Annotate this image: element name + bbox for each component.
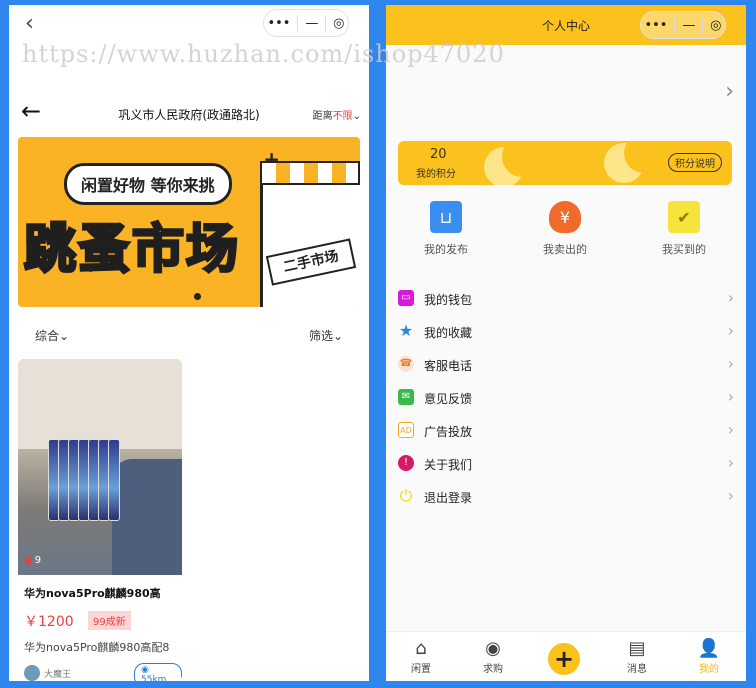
menu-label: 广告投放 (424, 425, 473, 439)
filter-dropdown[interactable]: 筛选⌄ (309, 327, 343, 344)
product-name: 华为nova5Pro麒麟980高 (24, 587, 161, 600)
stall-illustration (260, 167, 360, 307)
publish-fab-button[interactable]: + (546, 641, 582, 677)
back-chevron-icon[interactable]: ‹ (25, 11, 34, 36)
my-published-button[interactable]: ⊔ 我的发布 (401, 201, 491, 257)
tab-idle[interactable]: ⌂ 闲置 (396, 638, 446, 675)
my-bought-button[interactable]: ✔ 我买到的 (639, 201, 729, 257)
product-description: 华为nova5Pro麒麟980高配8 (24, 641, 170, 654)
close-target-icon[interactable]: ◎ (333, 16, 344, 31)
mail-icon: ✉ (398, 389, 414, 405)
dot-decoration (88, 267, 93, 272)
menu-item-favorites[interactable]: ★ 我的收藏 › (386, 316, 746, 349)
money-bag-icon: ¥ (549, 201, 581, 233)
tab-label: 消息 (627, 664, 647, 675)
more-icon[interactable]: ••• (644, 18, 667, 33)
product-card[interactable]: 9 华为nova5Pro麒麟980高 ￥1200 99成新 华为nova5Pro… (18, 359, 182, 681)
quick-label: 我买到的 (662, 243, 706, 256)
product-price: ￥1200 (24, 614, 74, 630)
chat-icon: ▤ (628, 638, 646, 659)
tab-messages[interactable]: ▤ 消息 (612, 638, 662, 675)
minimize-icon[interactable]: — (682, 18, 695, 33)
shopping-bag-icon: ⊔ (430, 201, 462, 233)
points-rule-button[interactable]: 积分说明 (668, 153, 722, 172)
points-value: 20 (430, 147, 447, 162)
minimize-icon[interactable]: — (305, 16, 318, 31)
home-icon: ⌂ (415, 638, 427, 659)
distance-filter[interactable]: 距离不限⌄ (313, 107, 361, 122)
profile-screen: 个人中心 ••• — ◎ › 20 我的积分 积分说明 ⊔ 我的发布 ¥ 我卖出… (386, 5, 746, 681)
chevron-right-icon: › (727, 288, 734, 307)
tab-wanted[interactable]: ◉ 求购 (468, 638, 518, 675)
sort-filter-row: 综合⌄ 筛选⌄ (9, 327, 369, 351)
profile-header: 个人中心 ••• — ◎ (386, 5, 746, 45)
checkbox-icon: ✔ (668, 201, 700, 233)
menu-item-service-phone[interactable]: ☎ 客服电话 › (386, 349, 746, 382)
settings-menu: ▭ 我的钱包 › ★ 我的收藏 › ☎ 客服电话 › ✉ 意见反馈 › AD 广… (386, 283, 746, 514)
like-count: 9 (24, 555, 41, 566)
location-bar: ← 巩义市人民政府(政通路北) 距离不限⌄ (9, 97, 369, 133)
tab-label: 我的 (699, 664, 719, 675)
avatar (24, 665, 40, 681)
user-icon: 👤 (697, 638, 721, 659)
menu-label: 我的收藏 (424, 326, 473, 340)
distance-badge: ◉ 55km (134, 663, 182, 681)
ad-icon: AD (398, 422, 414, 438)
tab-mine[interactable]: 👤 我的 (684, 638, 734, 675)
quick-label: 我的发布 (424, 243, 468, 256)
menu-label: 客服电话 (424, 359, 473, 373)
banner-tagline: 闲置好物 等你来挑 (64, 163, 232, 205)
points-label: 我的积分 (416, 169, 456, 180)
menu-label: 退出登录 (424, 491, 473, 505)
close-target-icon[interactable]: ◎ (710, 18, 721, 33)
awning-illustration (260, 161, 360, 185)
chevron-right-icon: › (727, 453, 734, 472)
market-screen: ‹ ••• — ◎ ← 巩义市人民政府(政通路北) 距离不限⌄ + 闲置好物 等… (9, 5, 369, 681)
chevron-right-icon: › (727, 387, 734, 406)
wallet-icon: ▭ (398, 290, 414, 306)
chevron-right-icon: › (727, 486, 734, 505)
mini-program-capsule: ••• — ◎ (263, 9, 349, 37)
phone-icon: ☎ (398, 356, 414, 372)
menu-item-about[interactable]: ! 关于我们 › (386, 448, 746, 481)
product-photo (18, 359, 182, 575)
tab-label: 求购 (483, 664, 503, 675)
menu-label: 关于我们 (424, 458, 473, 472)
condition-badge: 99成新 (88, 611, 131, 630)
watermark: https://www.huzhan.com/ishop47020 (22, 40, 505, 68)
distance-label: 距离 (312, 111, 333, 122)
banner-headline: 跳蚤市场 (22, 219, 241, 282)
menu-label: 我的钱包 (424, 293, 473, 307)
chevron-right-icon: › (727, 420, 734, 439)
seller-info[interactable]: 大魔王 (24, 665, 71, 681)
chevron-down-icon: ⌄ (352, 111, 361, 122)
my-sold-button[interactable]: ¥ 我卖出的 (520, 201, 610, 257)
quick-label: 我卖出的 (543, 243, 587, 256)
more-icon[interactable]: ••• (267, 16, 290, 31)
profile-chevron-icon[interactable]: › (725, 79, 734, 104)
dot-decoration (194, 293, 201, 300)
distance-text: 55km (141, 675, 167, 681)
menu-label: 意见反馈 (424, 392, 473, 406)
camera-icon: ◉ (485, 638, 501, 659)
points-card[interactable]: 20 我的积分 积分说明 (398, 141, 732, 185)
tab-label: 闲置 (411, 664, 431, 675)
seller-name: 大魔王 (44, 669, 72, 680)
menu-item-logout[interactable]: ⏻ 退出登录 › (386, 481, 746, 514)
menu-item-feedback[interactable]: ✉ 意见反馈 › (386, 382, 746, 415)
chevron-right-icon: › (727, 321, 734, 340)
menu-item-wallet[interactable]: ▭ 我的钱包 › (386, 283, 746, 316)
info-icon: ! (398, 455, 414, 471)
map-pin-icon: ◉ (141, 665, 149, 675)
promo-banner[interactable]: + 闲置好物 等你来挑 跳蚤市场 二手市场 (18, 137, 360, 307)
chevron-right-icon: › (727, 354, 734, 373)
menu-item-ads[interactable]: AD 广告投放 › (386, 415, 746, 448)
star-icon: ★ (398, 321, 414, 340)
sort-dropdown[interactable]: 综合⌄ (35, 327, 69, 344)
mini-program-capsule: ••• — ◎ (640, 11, 726, 39)
distance-value: 不限 (332, 111, 353, 122)
power-icon: ⏻ (399, 486, 413, 505)
